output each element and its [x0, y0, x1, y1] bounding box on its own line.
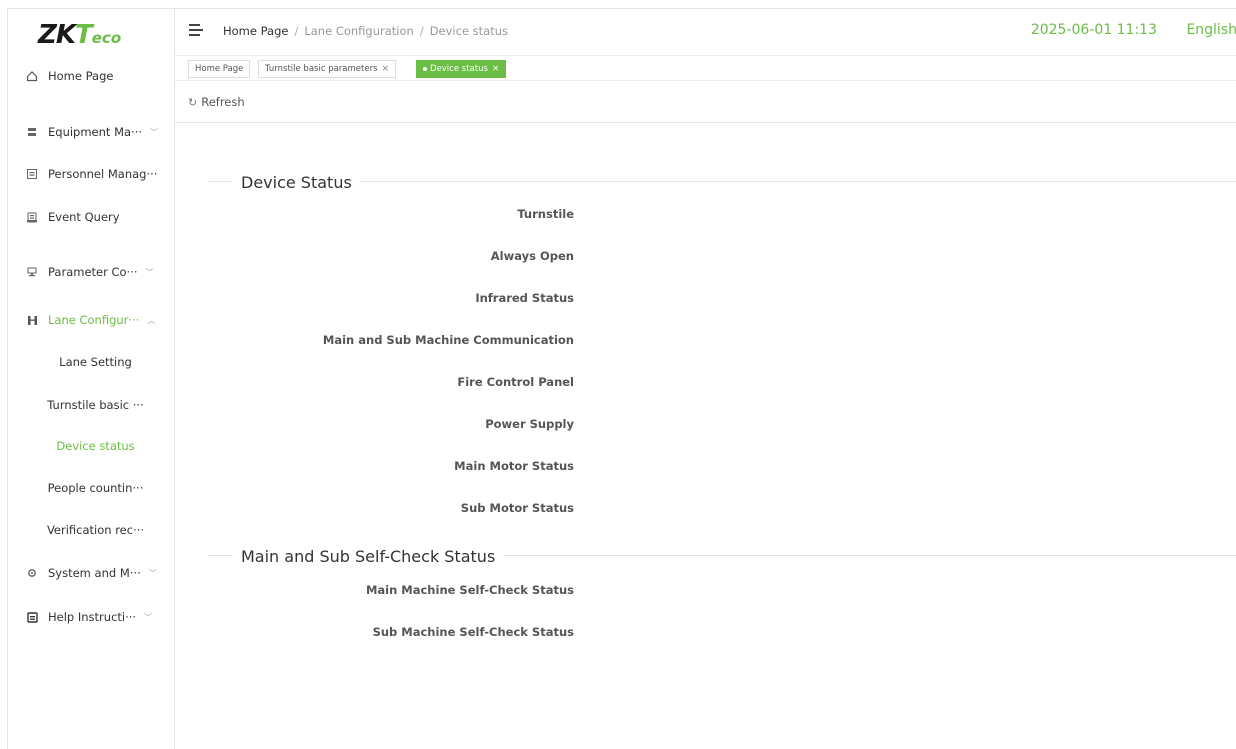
field-label-main-motor-status: Main Motor Status — [454, 459, 574, 473]
sidebar-item-personnel-management[interactable]: Personnel Manag··· — [8, 159, 175, 189]
sidebar-item-label: Parameter Co··· — [48, 265, 138, 279]
sidebar-item-label: Help Instructi··· — [48, 610, 137, 624]
sidebar-item-system-management[interactable]: System and M··· ﹀ — [8, 558, 175, 588]
chevron-down-icon: ﹀ — [144, 612, 153, 622]
field-label-fire-control-panel: Fire Control Panel — [457, 375, 574, 389]
sidebar: ZKTeco Home Page Equipment Ma··· ﹀ Perso… — [8, 9, 175, 749]
sidebar-item-home-page[interactable]: Home Page — [8, 61, 175, 91]
lane-icon — [26, 314, 38, 326]
sidebar-subitem-device-status[interactable]: Device status — [8, 431, 175, 461]
sidebar-item-label: Equipment Ma··· — [48, 125, 143, 139]
chevron-up-icon: ︿ — [147, 315, 156, 325]
sidebar-subitem-label: People countin··· — [47, 481, 144, 495]
sidebar-item-parameter-configuration[interactable]: Parameter Co··· ﹀ — [8, 257, 175, 287]
field-label-turnstile: Turnstile — [517, 207, 574, 221]
sidebar-item-help-instructions[interactable]: Help Instructi··· ﹀ — [8, 602, 175, 632]
field-label-main-self-check: Main Machine Self-Check Status — [365, 583, 574, 597]
zkteco-logo: ZKTeco — [38, 20, 122, 50]
sidebar-subitem-label: Turnstile basic ··· — [47, 398, 144, 412]
sidebar-subitem-lane-setting[interactable]: Lane Setting — [8, 347, 175, 377]
system-gear-icon — [26, 567, 38, 579]
home-icon — [26, 70, 38, 82]
personnel-icon — [26, 168, 38, 180]
language-selector[interactable]: English — [1186, 22, 1236, 38]
field-label-power-supply: Power Supply — [485, 417, 574, 431]
chevron-down-icon: ﹀ — [150, 127, 159, 137]
field-label-sub-motor-status: Sub Motor Status — [460, 501, 574, 515]
status-labels-column: Turnstile Always Open Infrared Status Ma… — [183, 9, 574, 749]
field-label-main-sub-communication: Main and Sub Machine Communication — [322, 333, 574, 347]
chevron-down-icon: ﹀ — [145, 267, 154, 277]
sidebar-subitem-people-counting[interactable]: People countin··· — [8, 473, 175, 503]
chevron-down-icon: ﹀ — [148, 568, 157, 578]
event-icon — [26, 211, 38, 223]
sidebar-item-lane-configuration[interactable]: Lane Configur··· ︿ — [8, 305, 175, 335]
app-window: ZKTeco Home Page Equipment Ma··· ﹀ Perso… — [7, 8, 1236, 749]
field-label-infrared-status: Infrared Status — [475, 291, 574, 305]
sidebar-subitem-verification-records[interactable]: Verification rec··· — [8, 515, 175, 545]
sidebar-subitem-label: Lane Setting — [59, 355, 132, 369]
sidebar-item-label: Home Page — [48, 69, 114, 83]
sidebar-item-equipment-management[interactable]: Equipment Ma··· ﹀ — [8, 117, 175, 147]
sidebar-item-label: Lane Configur··· — [48, 313, 140, 327]
field-label-sub-self-check: Sub Machine Self-Check Status — [372, 625, 574, 639]
equipment-icon — [26, 126, 38, 138]
sidebar-subitem-label: Device status — [56, 439, 135, 453]
sidebar-item-event-query[interactable]: Event Query — [8, 202, 175, 232]
sidebar-subitem-label: Verification rec··· — [46, 523, 145, 537]
datetime-display: 2025-06-01 11:13 — [1030, 22, 1157, 38]
field-label-always-open: Always Open — [490, 249, 574, 263]
sidebar-subitem-turnstile-basic[interactable]: Turnstile basic ··· — [8, 390, 175, 420]
sidebar-item-label: System and M··· — [48, 566, 141, 580]
parameter-icon — [26, 266, 38, 278]
sidebar-item-label: Event Query — [48, 210, 120, 224]
help-book-icon — [26, 611, 38, 623]
sidebar-item-label: Personnel Manag··· — [48, 167, 158, 181]
